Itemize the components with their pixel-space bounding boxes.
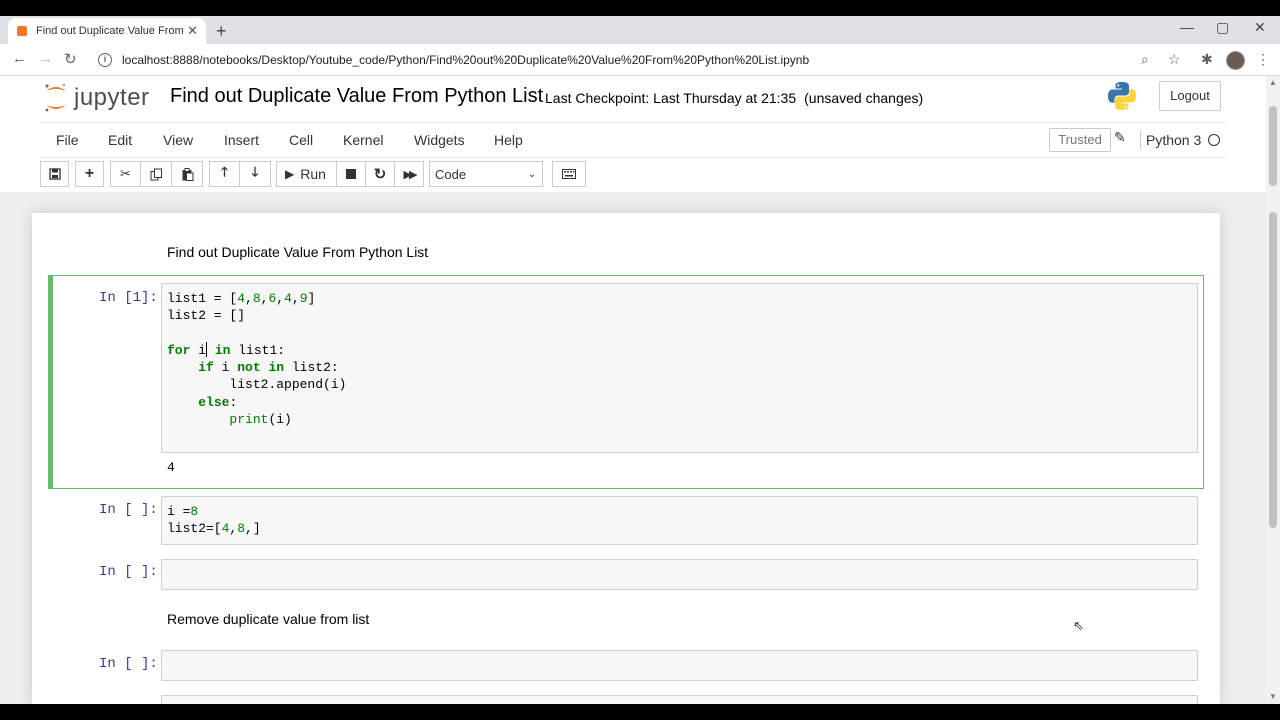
reload-icon[interactable]: ↻	[64, 50, 77, 68]
keyboard-icon	[562, 169, 576, 179]
play-icon: ▶	[285, 167, 295, 181]
trusted-indicator[interactable]: Trusted	[1049, 128, 1111, 152]
save-icon	[48, 168, 61, 180]
paste-icon	[182, 167, 193, 181]
scroll-up-icon[interactable]: ▲	[1269, 78, 1277, 87]
browser-menu-icon[interactable]: ⋮	[1256, 51, 1270, 68]
minimize-icon[interactable]: —	[1180, 19, 1194, 35]
back-icon[interactable]: ←	[12, 50, 27, 67]
cut-button[interactable]: ✂	[110, 161, 141, 187]
code-content: i =8 list2=[4,8,]	[167, 504, 261, 537]
maximize-icon[interactable]: ▢	[1216, 19, 1229, 36]
jupyter-favicon-icon	[16, 25, 28, 37]
chevron-down-icon: ⌄	[527, 168, 536, 180]
plus-icon: +	[84, 165, 95, 182]
jupyter-logo[interactable]: jupyter	[44, 82, 150, 114]
jupyter-logo-text: jupyter	[74, 84, 150, 111]
jupyter-logo-icon	[45, 83, 66, 112]
run-label: Run	[300, 166, 326, 182]
menu-file[interactable]: File	[56, 132, 79, 148]
restart-icon: ↻	[373, 166, 387, 183]
edit-mode-pencil-icon: ✎	[1114, 129, 1126, 145]
menu-kernel[interactable]: Kernel	[343, 132, 383, 148]
menu-widgets[interactable]: Widgets	[414, 132, 465, 148]
code-input-area[interactable]: i =8 list2=[4,8,]	[161, 496, 1198, 545]
arrow-up-icon: 🡑	[221, 164, 228, 179]
menu-insert[interactable]: Insert	[224, 132, 259, 148]
cell-prompt: In [ ]:	[99, 656, 158, 672]
menu-edit[interactable]: Edit	[108, 132, 132, 148]
bookmark-star-icon[interactable]: ☆	[1168, 51, 1181, 68]
save-button[interactable]	[40, 161, 69, 187]
cell-prompt: In [1]:	[99, 290, 158, 306]
cell-prompt: In [ ]:	[99, 564, 158, 580]
toolbar: + ✂ 🡑 🡓 ▶ Run ↻ ▶▶ Code ⌄	[0, 158, 1266, 192]
checkpoint-status: Last Checkpoint: Last Thursday at 21:35 (…	[545, 90, 923, 106]
window-close-icon[interactable]: ✕	[1254, 19, 1266, 36]
notebook-area: Find out Duplicate Value From Python Lis…	[0, 192, 1266, 704]
code-input-area[interactable]	[161, 695, 1198, 704]
menu-cell[interactable]: Cell	[289, 132, 313, 148]
notebook-title[interactable]: Find out Duplicate Value From Python Lis…	[170, 85, 543, 108]
copy-button[interactable]	[140, 161, 172, 187]
code-input-area[interactable]	[161, 650, 1198, 681]
tab-close-icon[interactable]: ✕	[187, 23, 198, 39]
notebook-scroll-thumb[interactable]	[1269, 212, 1277, 528]
logout-button[interactable]: Logout	[1159, 81, 1221, 111]
mouse-pointer-icon: ⇖	[1073, 618, 1084, 633]
cell-prompt: In [ ]:	[99, 502, 158, 518]
scissors-icon: ✂	[120, 166, 131, 181]
cell-type-value: Code	[435, 166, 467, 182]
markdown-cell-subtitle[interactable]: Remove duplicate value from list	[167, 611, 369, 627]
browser-window: Find out Duplicate Value From Py ✕ + — ▢…	[0, 16, 1280, 704]
move-up-button[interactable]: 🡑	[209, 161, 240, 187]
kernel-idle-indicator-icon	[1208, 134, 1220, 146]
menu-view[interactable]: View	[163, 132, 193, 148]
checkpoint-text: Last Checkpoint: Last Thursday at 21:35	[545, 90, 797, 106]
new-tab-icon[interactable]: +	[216, 21, 227, 42]
tab-title: Find out Duplicate Value From Py	[36, 25, 184, 37]
kernel-name[interactable]: Python 3	[1146, 132, 1201, 148]
move-down-button[interactable]: 🡓	[239, 161, 271, 187]
kernel-separator	[1140, 130, 1141, 150]
paste-button[interactable]	[171, 161, 203, 187]
jupyter-header: jupyter Find out Duplicate Value From Py…	[0, 76, 1266, 124]
code-content: list1 = [4,8,6,4,9] list2 = [] for i in …	[167, 291, 347, 428]
restart-button[interactable]: ↻	[365, 161, 395, 187]
code-input-area[interactable]: list1 = [4,8,6,4,9] list2 = [] for i in …	[161, 283, 1198, 453]
insert-cell-button[interactable]: +	[75, 161, 104, 187]
command-palette-button[interactable]	[552, 161, 586, 187]
url-text: localhost:8888/notebooks/Desktop/Youtube…	[122, 53, 810, 67]
cell-output: 4	[167, 460, 175, 475]
profile-avatar[interactable]	[1226, 51, 1245, 70]
scroll-down-icon[interactable]: ▼	[1269, 692, 1277, 701]
page-scroll-thumb[interactable]	[1269, 106, 1277, 186]
extensions-icon[interactable]: ✱	[1201, 51, 1213, 68]
arrow-down-icon: 🡓	[251, 164, 259, 179]
browser-tab[interactable]: Find out Duplicate Value From Py ✕	[8, 18, 206, 44]
fast-forward-icon: ▶▶	[403, 168, 418, 181]
python-logo-icon	[1108, 82, 1136, 110]
site-info-icon[interactable]: i	[98, 53, 112, 67]
restart-run-all-button[interactable]: ▶▶	[394, 161, 424, 187]
tab-strip: Find out Duplicate Value From Py ✕ + — ▢…	[0, 16, 1280, 44]
unsaved-indicator: (unsaved changes)	[804, 90, 924, 106]
forward-icon[interactable]: →	[38, 50, 53, 67]
cell-type-select[interactable]: Code ⌄	[429, 161, 543, 187]
stop-icon	[346, 169, 356, 179]
copy-icon	[150, 168, 162, 180]
run-button[interactable]: ▶ Run	[276, 161, 337, 187]
notebook-container: Find out Duplicate Value From Python Lis…	[32, 213, 1220, 704]
page-scrollbar[interactable]: ▲ ▼	[1266, 76, 1280, 704]
address-bar: ← → ↻ i localhost:8888/notebooks/Desktop…	[0, 44, 1280, 76]
zoom-icon[interactable]: ⌕	[1141, 51, 1149, 68]
code-input-area[interactable]	[161, 559, 1198, 590]
interrupt-button[interactable]	[336, 161, 366, 187]
url-field[interactable]: i localhost:8888/notebooks/Desktop/Youtu…	[92, 47, 1192, 73]
menubar: File Edit View Insert Cell Kernel Widget…	[40, 122, 1226, 158]
text-cursor	[206, 341, 208, 357]
markdown-cell-title[interactable]: Find out Duplicate Value From Python Lis…	[167, 244, 428, 260]
menu-help[interactable]: Help	[494, 132, 523, 148]
